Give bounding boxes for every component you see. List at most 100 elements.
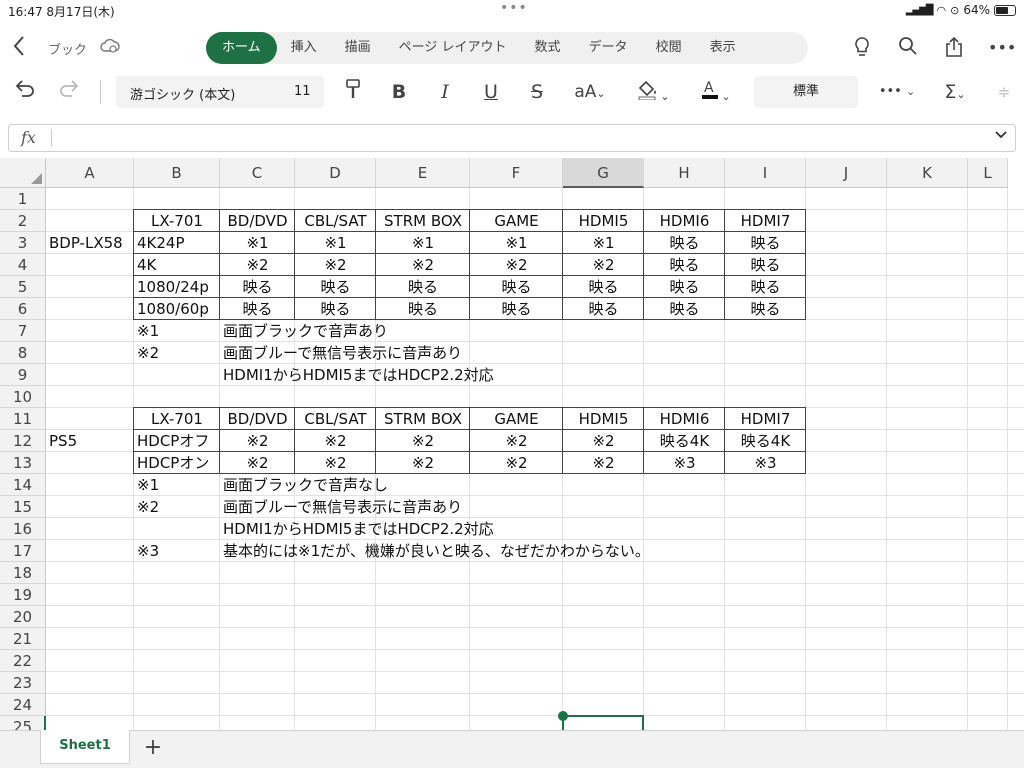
cell-h12[interactable]: 映る4K <box>644 430 725 452</box>
cell-c2[interactable]: BD/DVD <box>220 210 295 232</box>
function-icon[interactable]: fx <box>21 128 36 147</box>
cell-c6[interactable]: 映る <box>220 298 295 320</box>
cell-b2[interactable]: LX-701 <box>134 210 220 232</box>
row-header-12[interactable]: 12 <box>0 430 46 452</box>
cell-c7[interactable]: 画面ブラックで音声あり <box>220 320 391 342</box>
column-header-h[interactable]: H <box>644 158 725 188</box>
row-header-11[interactable]: 11 <box>0 408 46 430</box>
cloud-sync-icon[interactable] <box>100 37 120 57</box>
tab-7[interactable]: 表示 <box>696 32 750 64</box>
italic-icon[interactable]: I <box>432 78 458 106</box>
font-name[interactable]: 游ゴシック (本文) <box>130 84 235 103</box>
cell-g6[interactable]: 映る <box>563 298 644 320</box>
cell-i13[interactable]: ※3 <box>725 452 806 474</box>
cell-g12[interactable]: ※2 <box>563 430 644 452</box>
cell-c3[interactable]: ※1 <box>220 232 295 254</box>
select-all-corner[interactable] <box>0 158 46 188</box>
cell-d13[interactable]: ※2 <box>295 452 376 474</box>
format-painter-icon[interactable] <box>340 78 366 106</box>
tab-5[interactable]: データ <box>575 32 642 64</box>
cell-d4[interactable]: ※2 <box>295 254 376 276</box>
cell-g13[interactable]: ※2 <box>563 452 644 474</box>
cell-g11[interactable]: HDMI5 <box>563 408 644 430</box>
row-header-19[interactable]: 19 <box>0 584 46 606</box>
row-header-14[interactable]: 14 <box>0 474 46 496</box>
cell-e5[interactable]: 映る <box>376 276 470 298</box>
column-header-i[interactable]: I <box>725 158 806 188</box>
row-header-15[interactable]: 15 <box>0 496 46 518</box>
cell-b6[interactable]: 1080/60p <box>134 298 212 320</box>
cell-e13[interactable]: ※2 <box>376 452 470 474</box>
row-header-24[interactable]: 24 <box>0 694 46 716</box>
column-header-l[interactable]: L <box>968 158 1008 188</box>
cell-d12[interactable]: ※2 <box>295 430 376 452</box>
add-sheet-button[interactable]: + <box>140 735 166 761</box>
cell-h3[interactable]: 映る <box>644 232 725 254</box>
row-header-3[interactable]: 3 <box>0 232 46 254</box>
cell-f13[interactable]: ※2 <box>470 452 563 474</box>
cell-g5[interactable]: 映る <box>563 276 644 298</box>
tab-4[interactable]: 数式 <box>521 32 575 64</box>
sheet-tab-active[interactable]: Sheet1 <box>40 730 130 764</box>
row-header-16[interactable]: 16 <box>0 518 46 540</box>
number-format-selector[interactable]: 標準 <box>754 76 858 108</box>
row-header-4[interactable]: 4 <box>0 254 46 276</box>
cell-c17[interactable]: 基本的には※1だが、機嫌が良いと映る、なぜだかわからない。 <box>220 540 653 562</box>
cell-f4[interactable]: ※2 <box>470 254 563 276</box>
row-header-13[interactable]: 13 <box>0 452 46 474</box>
cell-e4[interactable]: ※2 <box>376 254 470 276</box>
cell-i11[interactable]: HDMI7 <box>725 408 806 430</box>
cell-i3[interactable]: 映る <box>725 232 806 254</box>
cell-i12[interactable]: 映る4K <box>725 430 806 452</box>
more-commands-icon[interactable]: ••• ⌄ <box>876 78 918 106</box>
cell-f11[interactable]: GAME <box>470 408 563 430</box>
cell-c14[interactable]: 画面ブラックで音声なし <box>220 474 391 496</box>
column-header-d[interactable]: D <box>295 158 376 188</box>
tab-3[interactable]: ページ レイアウト <box>385 32 521 64</box>
sort-filter-icon[interactable]: ≑ <box>994 78 1014 106</box>
cell-c12[interactable]: ※2 <box>220 430 295 452</box>
cell-d5[interactable]: 映る <box>295 276 376 298</box>
row-header-2[interactable]: 2 <box>0 210 46 232</box>
row-header-1[interactable]: 1 <box>0 188 46 210</box>
autosum-icon[interactable]: Σ⌄ <box>938 78 972 106</box>
tab-2[interactable]: 描画 <box>331 32 385 64</box>
cell-c15[interactable]: 画面ブルーで無信号表示に音声あり <box>220 496 465 518</box>
strikethrough-icon[interactable]: S <box>524 78 550 106</box>
row-header-10[interactable]: 10 <box>0 386 46 408</box>
row-header-8[interactable]: 8 <box>0 342 46 364</box>
cell-h2[interactable]: HDMI6 <box>644 210 725 232</box>
selection-handle-icon[interactable] <box>558 711 568 721</box>
cell-b11[interactable]: LX-701 <box>134 408 220 430</box>
more-options-icon[interactable]: ••• <box>988 36 1016 60</box>
formula-bar[interactable]: fx <box>8 124 1016 152</box>
tab-0[interactable]: ホーム <box>206 32 277 64</box>
cell-i5[interactable]: 映る <box>725 276 806 298</box>
undo-icon[interactable] <box>12 78 38 106</box>
cell-b13[interactable]: HDCPオン <box>134 452 212 474</box>
cell-a12[interactable]: PS5 <box>46 430 80 452</box>
tab-6[interactable]: 校閲 <box>642 32 696 64</box>
cell-e11[interactable]: STRM BOX <box>376 408 470 430</box>
lightbulb-icon[interactable] <box>850 36 874 60</box>
row-header-7[interactable]: 7 <box>0 320 46 342</box>
row-header-18[interactable]: 18 <box>0 562 46 584</box>
cell-b7[interactable]: ※1 <box>134 320 162 342</box>
font-size-aa-icon[interactable]: aA⌄ <box>568 78 612 106</box>
tab-1[interactable]: 挿入 <box>277 32 331 64</box>
cell-d3[interactable]: ※1 <box>295 232 376 254</box>
share-icon[interactable] <box>942 36 966 60</box>
cell-e2[interactable]: STRM BOX <box>376 210 470 232</box>
cell-e6[interactable]: 映る <box>376 298 470 320</box>
cell-f3[interactable]: ※1 <box>470 232 563 254</box>
cell-f5[interactable]: 映る <box>470 276 563 298</box>
cell-a3[interactable]: BDP-LX58 <box>46 232 126 254</box>
cell-g3[interactable]: ※1 <box>563 232 644 254</box>
expand-chevron-icon[interactable] <box>995 128 1007 143</box>
cell-c13[interactable]: ※2 <box>220 452 295 474</box>
cell-b14[interactable]: ※1 <box>134 474 162 496</box>
column-header-a[interactable]: A <box>46 158 134 188</box>
cell-h6[interactable]: 映る <box>644 298 725 320</box>
back-chevron-icon[interactable] <box>12 35 30 61</box>
row-header-21[interactable]: 21 <box>0 628 46 650</box>
